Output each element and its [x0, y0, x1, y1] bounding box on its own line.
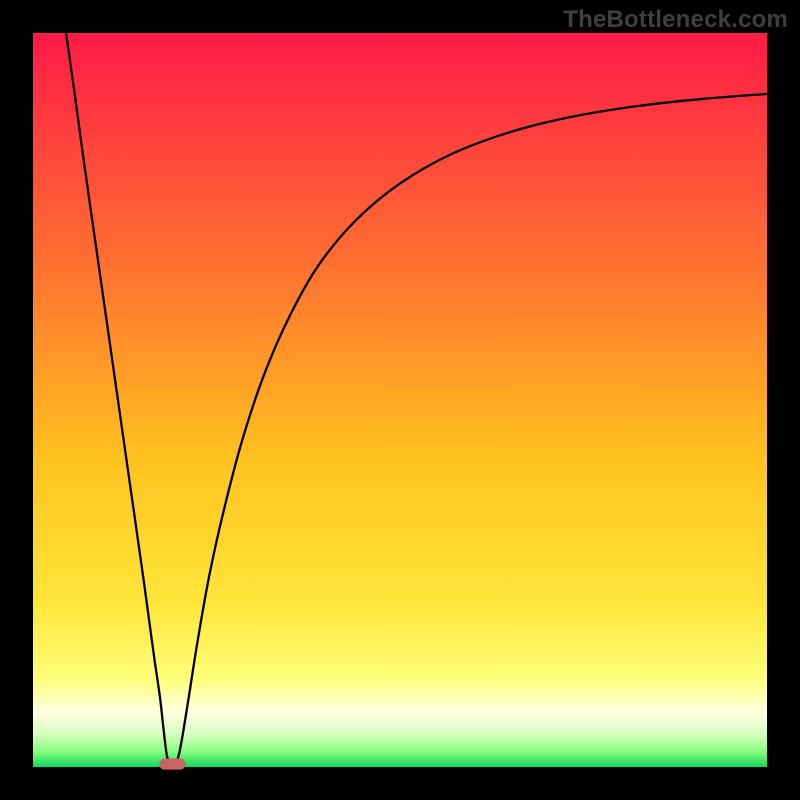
- chart-canvas: [0, 0, 800, 800]
- plot-background: [33, 33, 767, 767]
- valley-marker: [159, 759, 185, 770]
- chart-root: TheBottleneck.com: [0, 0, 800, 800]
- valley-marker-pill: [159, 759, 185, 770]
